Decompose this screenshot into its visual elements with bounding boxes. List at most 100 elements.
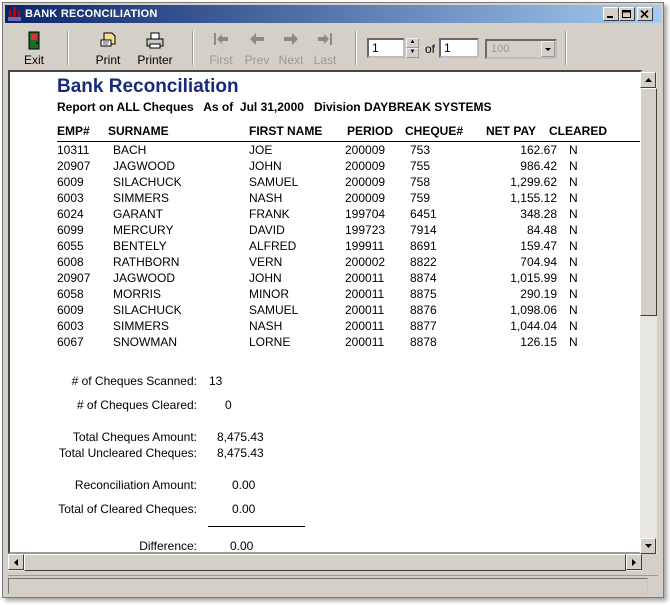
col-header-surname: SURNAME xyxy=(108,124,169,138)
printer-button[interactable]: Printer xyxy=(133,29,177,67)
report-subtitle: Report on ALL Cheques As of Jul 31,2000 … xyxy=(57,100,492,114)
cell-surname: MORRIS xyxy=(113,287,161,301)
cell-cleared: N xyxy=(569,239,578,253)
cell-net-pay: 1,044.04 xyxy=(510,319,557,333)
prev-arrow-icon xyxy=(250,33,264,45)
cell-surname: GARANT xyxy=(113,207,164,221)
cell-surname: JAGWOOD xyxy=(113,159,175,173)
cell-first-name: LORNE xyxy=(249,335,291,349)
cell-first-name: ALFRED xyxy=(249,239,297,253)
page-spinner[interactable]: ▲ ▼ xyxy=(406,38,419,58)
cell-cleared: N xyxy=(569,303,578,317)
zoom-value: 100 xyxy=(491,43,510,55)
table-row: 6067 SNOWMAN LORNE 200011 8878 126.15 N xyxy=(10,335,640,351)
dropdown-arrow-icon[interactable] xyxy=(541,41,555,57)
cell-first-name: JOHN xyxy=(249,159,282,173)
cell-cleared: N xyxy=(569,159,578,173)
cell-period: 200011 xyxy=(345,335,385,349)
cell-surname: SILACHUCK xyxy=(113,175,182,189)
cell-cheque: 8878 xyxy=(410,335,437,349)
cell-emp: 6058 xyxy=(57,287,84,301)
cell-first-name: SAMUEL xyxy=(249,303,299,317)
cell-surname: BENTELY xyxy=(113,239,167,253)
last-page-button[interactable]: Last xyxy=(309,29,341,67)
cell-cheque: 755 xyxy=(410,159,431,173)
arrow-down-icon xyxy=(645,544,652,548)
toolbar: Exit Print Printer First Prev Next Last xyxy=(5,25,661,69)
difference-value: 0.00 xyxy=(230,539,254,553)
col-header-emp: EMP# xyxy=(57,124,90,138)
cell-period: 199704 xyxy=(345,207,386,221)
cell-surname: SIMMERS xyxy=(113,319,170,333)
cell-cleared: N xyxy=(569,255,578,269)
table-row: 6099 MERCURY DAVID 199723 7914 84.48 N xyxy=(10,223,640,239)
cell-net-pay: 1,098.06 xyxy=(510,303,557,317)
horizontal-scroll-thumb[interactable] xyxy=(24,554,626,571)
arrow-right-icon xyxy=(632,559,636,566)
print-button[interactable]: Print xyxy=(91,29,125,67)
scroll-right-button[interactable] xyxy=(626,554,642,570)
cell-period: 200011 xyxy=(345,271,385,285)
vertical-scroll-thumb[interactable] xyxy=(640,88,657,316)
toolbar-separator xyxy=(565,31,567,65)
toolbar-separator xyxy=(192,31,194,65)
spin-down-icon[interactable]: ▼ xyxy=(406,48,419,58)
close-button[interactable] xyxy=(637,7,653,21)
exit-button[interactable]: Exit xyxy=(19,29,49,67)
cell-surname: SILACHUCK xyxy=(113,303,182,317)
cell-period: 199723 xyxy=(345,223,386,237)
cell-cleared: N xyxy=(569,335,578,349)
table-row: 6055 BENTELY ALFRED 199911 8691 159.47 N xyxy=(10,239,640,255)
maximize-button[interactable] xyxy=(619,7,635,21)
first-page-button[interactable]: First xyxy=(205,29,237,67)
cell-net-pay: 1,299.62 xyxy=(510,175,557,189)
cell-net-pay: 1,015.99 xyxy=(510,271,557,285)
cell-emp: 6055 xyxy=(57,239,84,253)
cell-net-pay: 162.67 xyxy=(520,143,557,157)
print-preview-icon xyxy=(100,32,116,47)
cell-cheque: 8874 xyxy=(410,271,437,285)
table-row: 6009 SILACHUCK SAMUEL 200009 758 1,299.62 N xyxy=(10,175,640,191)
cell-cleared: N xyxy=(569,191,578,205)
uncleared-value: 8,475.43 xyxy=(217,446,264,460)
cell-surname: BACH xyxy=(113,143,147,157)
cell-net-pay: 84.48 xyxy=(526,223,557,237)
last-page-icon xyxy=(318,33,332,45)
cell-first-name: DAVID xyxy=(249,223,285,237)
cell-period: 200009 xyxy=(345,159,386,173)
cell-first-name: SAMUEL xyxy=(249,175,299,189)
cell-cleared: N xyxy=(569,143,578,157)
prev-page-button[interactable]: Prev xyxy=(241,29,273,67)
scanned-value: 13 xyxy=(209,374,223,388)
scroll-up-button[interactable] xyxy=(640,72,656,88)
cell-net-pay: 126.15 xyxy=(520,335,557,349)
report-title: Bank Reconciliation xyxy=(57,76,239,97)
cell-cleared: N xyxy=(569,175,578,189)
cleared-label: # of Cheques Cleared: xyxy=(76,398,197,412)
cell-emp: 6003 xyxy=(57,319,84,333)
minimize-button[interactable] xyxy=(603,7,619,21)
cell-emp: 6009 xyxy=(57,175,84,189)
reconciliation-label: Reconciliation Amount: xyxy=(74,478,197,492)
cell-surname: RATHBORN xyxy=(113,255,180,269)
scroll-left-button[interactable] xyxy=(8,554,24,570)
cell-cheque: 8691 xyxy=(410,239,437,253)
cell-net-pay: 348.28 xyxy=(520,207,557,221)
cell-period: 200011 xyxy=(345,287,385,301)
vertical-scrollbar[interactable] xyxy=(640,72,657,554)
difference-label: Difference: xyxy=(139,539,197,553)
cell-cheque: 8822 xyxy=(410,255,437,269)
spin-up-icon[interactable]: ▲ xyxy=(406,38,419,48)
scroll-down-button[interactable] xyxy=(640,538,656,554)
cell-cheque: 8877 xyxy=(410,319,437,333)
report-viewport: Bank Reconciliation Report on ALL Cheque… xyxy=(8,70,642,554)
cell-cheque: 759 xyxy=(410,191,431,205)
cell-surname: SNOWMAN xyxy=(113,335,177,349)
horizontal-scrollbar[interactable] xyxy=(8,554,642,571)
cell-first-name: FRANK xyxy=(249,207,290,221)
title-bar[interactable]: BANK RECONCILIATION xyxy=(5,5,661,23)
zoom-select[interactable]: 100 xyxy=(485,39,557,59)
next-page-button[interactable]: Next xyxy=(275,29,307,67)
col-header-cheque: CHEQUE# xyxy=(405,124,464,138)
page-number-field[interactable]: 1 xyxy=(367,38,405,58)
